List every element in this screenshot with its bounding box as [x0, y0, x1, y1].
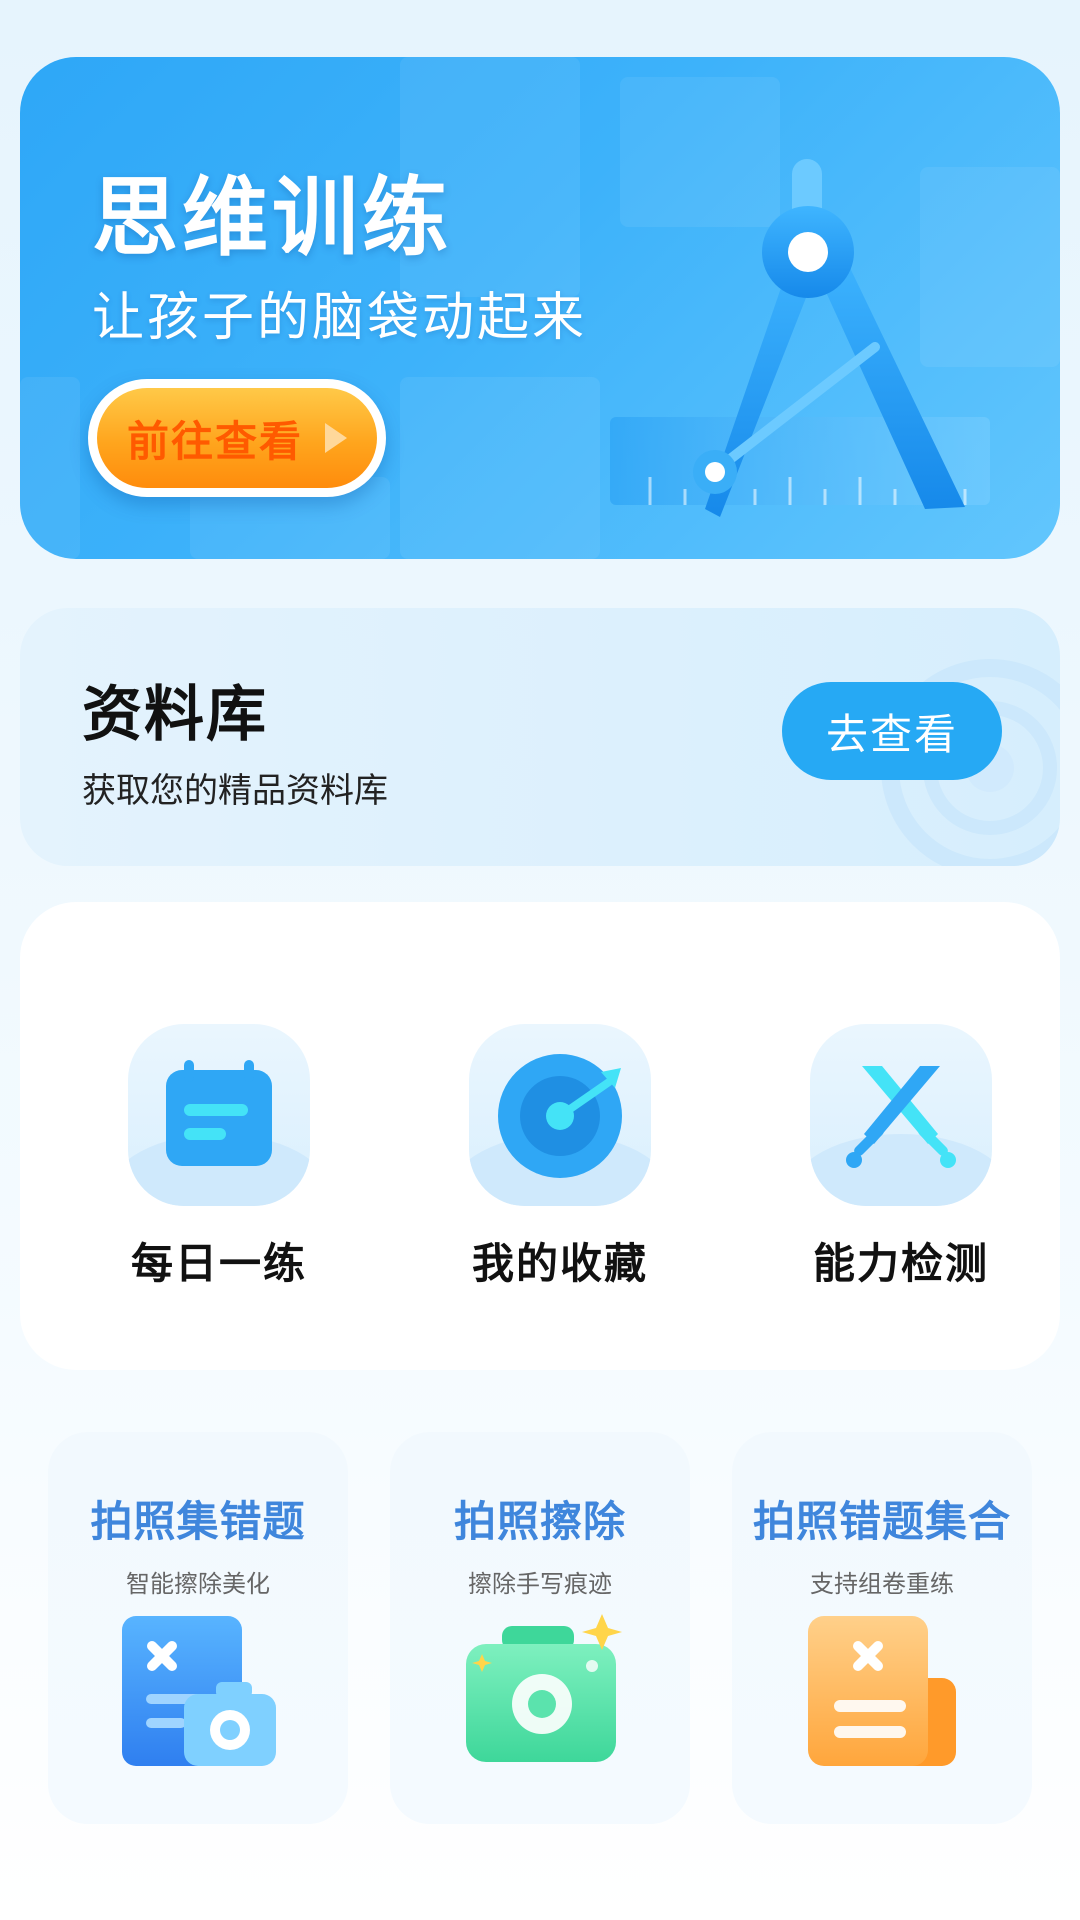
- feature-subtitle: 支持组卷重练: [810, 1570, 954, 1598]
- crossed-swords-icon: [846, 1066, 956, 1168]
- tool-icon-frame: [469, 1024, 651, 1206]
- banner-deco-tile: [400, 377, 600, 559]
- feature-title: 拍照集错题: [90, 1497, 306, 1546]
- wrong-question-camera-icon: [122, 1616, 276, 1766]
- tool-label: 我的收藏: [471, 1239, 648, 1288]
- banner-subtitle: 让孩子的脑袋动起来: [92, 288, 588, 348]
- feature-title: 拍照擦除: [453, 1497, 626, 1546]
- tool-label: 每日一练: [130, 1239, 307, 1288]
- compass-ruler-icon: [610, 159, 990, 517]
- camera-sparkle-icon: [466, 1614, 622, 1762]
- library-card[interactable]: 资料库 获取您的精品资料库 去查看: [20, 608, 1060, 866]
- library-title: 资料库: [82, 680, 268, 750]
- play-arrow-icon: [325, 423, 348, 453]
- tool-label: 能力检测: [812, 1239, 989, 1288]
- feature-wrong-collection[interactable]: 拍照错题集合 支持组卷重练: [732, 1432, 1032, 1824]
- quick-tools-card: 每日一练 我的收藏 能力检测: [20, 902, 1060, 1370]
- tool-my-favorites[interactable]: 我的收藏: [433, 1024, 673, 1288]
- go-check-button[interactable]: 去查看: [782, 682, 1002, 780]
- tool-icon-frame: [810, 1024, 992, 1206]
- feature-title: 拍照错题集合: [752, 1497, 1011, 1546]
- feature-subtitle: 智能擦除美化: [126, 1570, 270, 1598]
- feature-photo-collect-wrong[interactable]: 拍照集错题 智能擦除美化: [48, 1432, 348, 1824]
- go-view-button[interactable]: 前往查看: [88, 379, 386, 497]
- feature-subtitle: 擦除手写痕迹: [468, 1570, 612, 1598]
- wrong-question-doc-icon: [808, 1616, 956, 1766]
- banner-deco-tile: [20, 377, 80, 559]
- library-description: 获取您的精品资料库: [82, 771, 388, 811]
- calendar-icon: [166, 1060, 272, 1166]
- thinking-training-banner[interactable]: 思维训练 让孩子的脑袋动起来 前往查看: [20, 57, 1060, 559]
- tool-icon-frame: [128, 1024, 310, 1206]
- tool-ability-test[interactable]: 能力检测: [774, 1024, 1014, 1288]
- target-icon: [498, 1054, 622, 1178]
- banner-title: 思维训练: [92, 168, 452, 268]
- feature-photo-erase[interactable]: 拍照擦除 擦除手写痕迹: [390, 1432, 690, 1824]
- go-view-button-label: 前往查看: [127, 416, 304, 466]
- tool-daily-practice[interactable]: 每日一练: [92, 1024, 332, 1288]
